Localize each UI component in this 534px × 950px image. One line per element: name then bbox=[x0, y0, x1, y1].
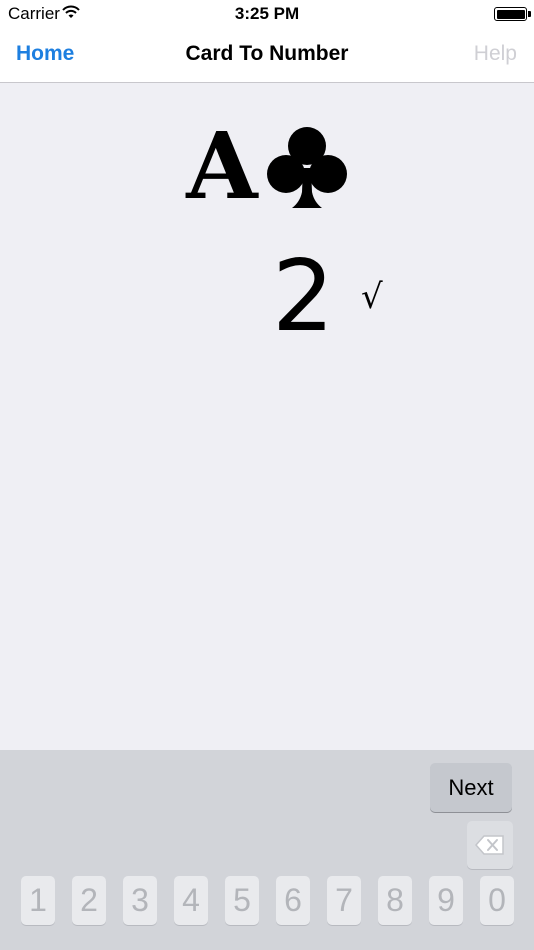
number-keyboard: Next 1 2 3 4 5 6 7 8 9 0 bbox=[0, 750, 534, 950]
digit-key-8[interactable]: 8 bbox=[378, 876, 412, 925]
card-display: A bbox=[0, 118, 534, 214]
digit-row: 1 2 3 4 5 6 7 8 9 0 bbox=[0, 876, 534, 925]
digit-key-6[interactable]: 6 bbox=[276, 876, 310, 925]
answer-value: 2 bbox=[272, 240, 335, 354]
digit-key-4[interactable]: 4 bbox=[174, 876, 208, 925]
digit-key-3[interactable]: 3 bbox=[123, 876, 157, 925]
battery-icon bbox=[494, 7, 527, 21]
page-title: Card To Number bbox=[185, 42, 349, 65]
status-time: 3:25 PM bbox=[234, 4, 300, 23]
digit-key-7[interactable]: 7 bbox=[327, 876, 361, 925]
help-button[interactable]: Help bbox=[474, 42, 517, 66]
battery-tip bbox=[528, 11, 531, 17]
next-button[interactable]: Next bbox=[430, 763, 512, 812]
check-mark-icon: √ bbox=[361, 277, 383, 317]
status-bar: Carrier 3:25 PM bbox=[0, 0, 534, 28]
card-rank: A bbox=[186, 112, 258, 220]
navigation-bar: Home Card To Number Help bbox=[0, 28, 534, 83]
backspace-icon bbox=[475, 835, 504, 855]
digit-key-9[interactable]: 9 bbox=[429, 876, 463, 925]
digit-key-0[interactable]: 0 bbox=[480, 876, 514, 925]
digit-key-1[interactable]: 1 bbox=[21, 876, 55, 925]
club-icon bbox=[266, 127, 347, 208]
quiz-area: A 2 √ bbox=[0, 84, 534, 750]
digit-key-5[interactable]: 5 bbox=[225, 876, 259, 925]
delete-button[interactable] bbox=[467, 821, 513, 869]
digit-key-2[interactable]: 2 bbox=[72, 876, 106, 925]
